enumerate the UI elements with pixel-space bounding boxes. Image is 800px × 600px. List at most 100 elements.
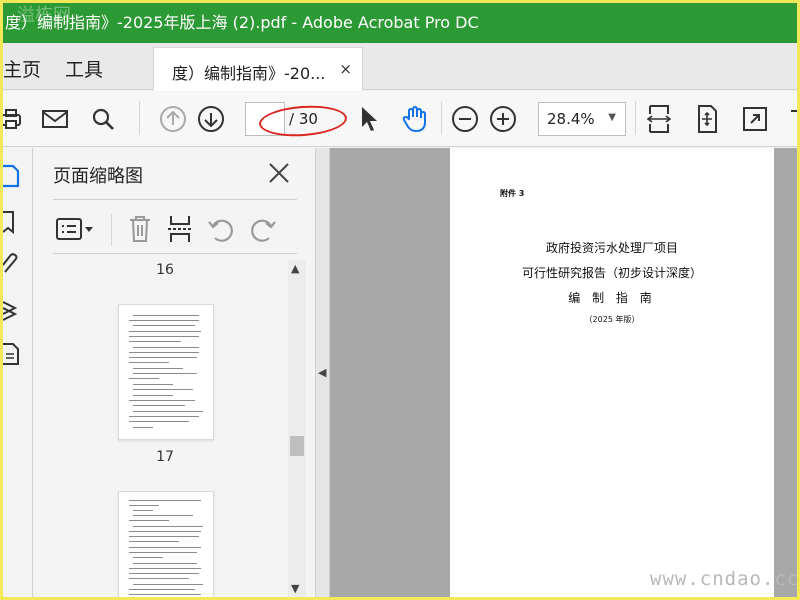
thumbnail-text-line [129,362,169,363]
thumbnail-text-line [129,547,201,548]
tab-document-label: 度）编制指南》-20... [172,64,326,83]
collapse-arrow-icon[interactable]: ◀ [318,366,326,379]
toolbar-divider [111,214,112,246]
tab-document[interactable]: 度）编制指南》-20... × [153,47,363,91]
thumbnail-text-line [129,573,199,574]
zoom-in-icon[interactable] [487,103,519,135]
delete-icon[interactable] [127,214,153,248]
thumbnail-text-line [129,400,195,401]
scroll-mode-icon[interactable] [691,103,723,135]
thumbnail-text-line [129,541,179,542]
search-icon[interactable] [87,103,119,135]
page-thumbnails-icon[interactable] [3,162,21,194]
thumbnail-text-line [133,347,199,348]
select-cursor-icon[interactable] [353,103,385,135]
zoom-select[interactable]: 28.4% ▼ [538,102,626,136]
thumbnail-text-line [129,421,189,422]
thumbnail-text-line [129,331,201,332]
chevron-down-icon: ▼ [608,112,616,123]
thumbnail-text-line [129,378,159,379]
toolbar-divider [139,101,140,135]
thumbnail-text-line [133,510,153,511]
thumbnails-scrollbar[interactable]: ▲ ▼ [288,260,306,597]
thumbnail-text-line [129,578,189,579]
chevron-up-icon[interactable]: ▲ [291,262,299,275]
prev-page-icon[interactable] [157,103,189,135]
pdf-page: 附件 3 政府投资污水处理厂项目 可行性研究报告（初步设计深度） 编 制 指 南… [450,148,774,597]
panel-splitter[interactable]: ◀ [316,148,330,597]
document-area[interactable]: 附件 3 政府投资污水处理厂项目 可行性研究报告（初步设计深度） 编 制 指 南… [330,148,797,597]
thumbnail-text-line [129,341,181,342]
thumbnail-text-line [129,352,199,353]
close-tab-icon[interactable]: × [339,60,352,78]
thumbnail-text-line [133,411,203,412]
options-icon[interactable] [55,216,95,246]
zoom-value: 28.4% [547,110,595,128]
thumbnail-page-number: 17 [156,449,174,465]
thumbnail-text-line [133,584,203,585]
thumbnail-text-line [129,500,201,501]
doc-title-line-1: 政府投资污水处理厂项目 [545,241,678,255]
attachment-label: 附件 3 [500,189,525,198]
thumbnail-text-line [133,405,185,406]
thumbnail-text-line [133,563,197,564]
close-icon[interactable] [266,160,292,186]
hand-tool-icon[interactable] [399,103,431,135]
layers-icon[interactable] [3,296,21,328]
thumbnails-panel: 页面缩略图 16 17 ▲ ▼ [34,148,316,597]
thumbnail-text-line [129,594,201,595]
bookmarks-icon[interactable] [3,208,21,240]
nav-tools[interactable]: 工具 [65,55,103,82]
doc-year: （2025 年版） [584,315,640,324]
chevron-down-icon[interactable]: ▼ [291,582,299,595]
rotate-left-icon[interactable] [207,216,235,248]
fit-page-icon[interactable] [643,103,675,135]
next-page-icon[interactable] [195,103,227,135]
thumbnail-text-line [133,384,173,385]
thumbnail-text-line [129,320,199,321]
thumbnail-text-line [133,389,193,390]
doc-title-line-3: 编 制 指 南 [568,291,656,305]
toolbar-divider [441,101,442,135]
site-watermark: www.cndao.cc [650,568,800,590]
thumbnail-page[interactable] [118,491,214,597]
toolbar-divider [635,101,636,135]
title-bar: 度）编制指南》-2025年版上海 (2).pdf - Adobe Acrobat… [3,3,797,43]
attachments-icon[interactable] [3,252,21,284]
thumbnail-text-line [129,505,159,506]
app-window: 度）编制指南》-2025年版上海 (2).pdf - Adobe Acrobat… [3,3,797,597]
main-toolbar: / 30 28.4% ▼ [3,91,797,147]
insert-page-icon[interactable] [167,214,193,248]
tab-row: 主页 工具 度）编制指南》-20... × [3,43,797,91]
panel-divider [53,253,297,254]
thumbnail-page[interactable] [118,304,214,440]
zoom-out-icon[interactable] [449,103,481,135]
thumbnail-text-line [129,336,199,337]
left-rail [3,148,33,597]
thumbnail-text-line [133,395,173,396]
document-icon[interactable] [3,340,21,372]
panel-divider [53,199,297,200]
thumbnail-text-line [129,520,169,521]
fullscreen-icon[interactable] [739,103,771,135]
mail-icon[interactable] [39,103,71,135]
thumbnail-text-line [133,526,203,527]
thumbnail-text-line [129,531,201,532]
watermark-logo: 溢栋网 [17,5,71,26]
window-title: 度）编制指南》-2025年版上海 (2).pdf - Adobe Acrobat… [5,13,479,32]
thumbnail-text-line [133,315,199,316]
thumbnail-page-number: 16 [156,262,174,278]
rotate-right-icon[interactable] [249,216,277,248]
thumbnail-text-line [129,536,199,537]
thumbnail-text-line [129,357,197,358]
thumbnail-text-line [133,427,153,428]
scrollbar-thumb[interactable] [290,436,304,456]
more-tools-icon[interactable] [783,103,797,135]
thumbnail-text-line [129,568,201,569]
thumbnail-text-line [133,368,183,369]
thumbnail-text-line [133,515,193,516]
print-icon[interactable] [3,103,27,135]
thumbnail-text-line [129,552,197,553]
nav-home[interactable]: 主页 [3,55,41,82]
panel-title: 页面缩略图 [53,166,143,187]
